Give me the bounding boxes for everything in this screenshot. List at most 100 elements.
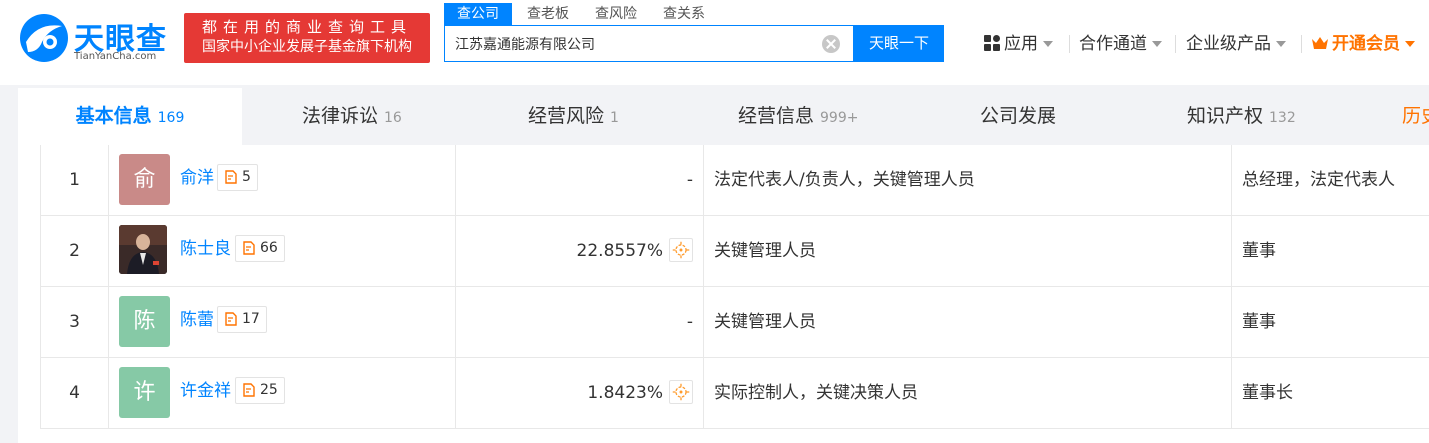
ratio-cell: - [456, 145, 704, 215]
apps-grid-icon [984, 35, 1000, 51]
search-button[interactable]: 天眼一下 [854, 25, 944, 62]
avatar[interactable]: 陈 [119, 296, 170, 347]
equity-penetration-icon[interactable] [669, 238, 693, 262]
search-tab-relation[interactable]: 查关系 [650, 3, 718, 25]
nav-divider [1301, 35, 1302, 53]
avatar-photo[interactable] [119, 225, 167, 274]
slogan-banner: 都在用的商业查询工具 国家中小企业发展子基金旗下机构 [184, 13, 430, 63]
chevron-down-icon [1405, 41, 1415, 47]
tab-risk[interactable]: 经营风险 1 [528, 88, 619, 145]
search-box [444, 25, 854, 62]
tab-history[interactable]: 历史 [1402, 88, 1429, 145]
badge-count: 17 [242, 311, 260, 327]
person-cell: 陈士良 66 [109, 216, 456, 286]
document-person-icon [225, 170, 237, 184]
nav-apps-label: 应用 [1004, 34, 1038, 54]
position-cell: 董事 [1242, 312, 1276, 332]
avatar[interactable]: 许 [119, 367, 170, 418]
chevron-down-icon [1276, 41, 1286, 47]
position-cell: 董事 [1242, 241, 1276, 261]
person-name[interactable]: 许金祥 [180, 380, 231, 402]
person-name[interactable]: 俞洋 [180, 167, 214, 189]
chevron-down-icon [1152, 41, 1162, 47]
document-person-icon [225, 312, 237, 326]
tianyancha-logo[interactable]: 天眼查 TianYanCha.com [18, 12, 178, 64]
related-companies-badge[interactable]: 25 [235, 377, 285, 404]
tab-label: 知识产权 [1187, 105, 1264, 127]
tab-legal[interactable]: 法律诉讼 16 [302, 88, 402, 145]
position-cell: 董事长 [1242, 383, 1293, 403]
share-ratio: - [686, 170, 693, 190]
related-companies-badge[interactable]: 17 [217, 306, 267, 333]
table-row: 1 俞 俞洋 5 - 法定代表人/负责人，关键管理人员 总经理，法定代表人 [40, 145, 1429, 216]
nav-enterprise[interactable]: 企业级产品 [1186, 33, 1286, 55]
tab-label: 历史 [1402, 105, 1429, 127]
clear-icon[interactable] [822, 35, 840, 53]
tab-business[interactable]: 经营信息 999+ [738, 88, 858, 145]
tab-label: 经营风险 [528, 105, 605, 127]
share-ratio: 22.8557% [576, 241, 663, 261]
tab-label: 公司发展 [980, 105, 1057, 127]
equity-penetration-icon[interactable] [669, 380, 693, 404]
ratio-cell: 1.8423% [456, 358, 704, 428]
person-name[interactable]: 陈蕾 [180, 309, 214, 331]
role-cell: 关键管理人员 [704, 216, 1232, 286]
row-index: 4 [41, 358, 109, 428]
tab-count: 169 [157, 110, 185, 126]
nav-vip-label: 开通会员 [1332, 34, 1400, 54]
role-cell: 法定代表人/负责人，关键管理人员 [704, 145, 1232, 215]
position-cell: 总经理，法定代表人 [1242, 170, 1395, 190]
tab-count: 132 [1269, 110, 1296, 126]
tab-development[interactable]: 公司发展 [980, 88, 1056, 145]
ratio-cell: - [456, 287, 704, 357]
search-input[interactable] [455, 26, 815, 61]
row-index: 2 [41, 216, 109, 286]
logo-icon [20, 14, 68, 62]
nav-apps[interactable]: 应用 [984, 33, 1053, 55]
person-cell: 陈 陈蕾 17 [109, 287, 456, 357]
chevron-down-icon [1043, 41, 1053, 47]
document-person-icon [243, 241, 255, 255]
crown-icon [1312, 37, 1328, 49]
ratio-cell: 22.8557% [456, 216, 704, 286]
search-tab-boss[interactable]: 查老板 [514, 3, 582, 25]
table-row: 4 许 许金祥 25 1.8423% 实际控制人，关键决策人员 董事长 [40, 358, 1429, 429]
tab-count: 1 [610, 110, 619, 126]
nav-partner[interactable]: 合作通道 [1079, 33, 1162, 55]
related-companies-badge[interactable]: 66 [235, 235, 285, 262]
search-tab-risk[interactable]: 查风险 [582, 3, 650, 25]
tab-ip[interactable]: 知识产权 132 [1187, 88, 1296, 145]
tab-basic-info[interactable]: 基本信息 169 [18, 88, 242, 145]
nav-vip[interactable]: 开通会员 [1311, 33, 1415, 55]
role-cell: 关键管理人员 [704, 287, 1232, 357]
logo-subtext: TianYanCha.com [74, 51, 157, 62]
tab-count: 999+ [820, 110, 859, 126]
row-index: 1 [41, 145, 109, 215]
table-row: 2 陈士良 66 22.8557% 关键管理人员 董事 [40, 216, 1429, 287]
person-cell: 许 许金祥 25 [109, 358, 456, 428]
tab-label: 经营信息 [738, 105, 815, 127]
person-name[interactable]: 陈士良 [180, 238, 231, 260]
nav-divider [1069, 35, 1070, 53]
slogan-line-1: 都在用的商业查询工具 [201, 18, 412, 36]
related-companies-badge[interactable]: 5 [217, 164, 258, 191]
table-row: 3 陈 陈蕾 17 - 关键管理人员 董事 [40, 287, 1429, 358]
search-tab-company[interactable]: 查公司 [444, 3, 512, 25]
company-tab-bar: 基本信息 169 法律诉讼 16 经营风险 1 经营信息 999+ 公司发展 知识产权 1… [18, 88, 1429, 145]
slogan-line-2: 国家中小企业发展子基金旗下机构 [202, 39, 412, 55]
badge-count: 66 [260, 240, 278, 256]
nav-partner-label: 合作通道 [1079, 34, 1147, 54]
person-cell: 俞 俞洋 5 [109, 145, 456, 215]
tab-label: 法律诉讼 [302, 105, 379, 127]
row-index: 3 [41, 287, 109, 357]
badge-count: 25 [260, 382, 278, 398]
main-content: 1 俞 俞洋 5 - 法定代表人/负责人，关键管理人员 总经理，法定代表人 2 [18, 145, 1429, 443]
role-cell: 实际控制人，关键决策人员 [704, 358, 1232, 428]
top-header: 天眼查 TianYanCha.com 都在用的商业查询工具 国家中小企业发展子基… [0, 0, 1429, 85]
avatar[interactable]: 俞 [119, 154, 170, 205]
badge-count: 5 [242, 169, 251, 185]
share-ratio: - [686, 312, 693, 332]
tab-label: 基本信息 [75, 105, 152, 127]
nav-enterprise-label: 企业级产品 [1186, 34, 1271, 54]
nav-divider [1175, 35, 1176, 53]
